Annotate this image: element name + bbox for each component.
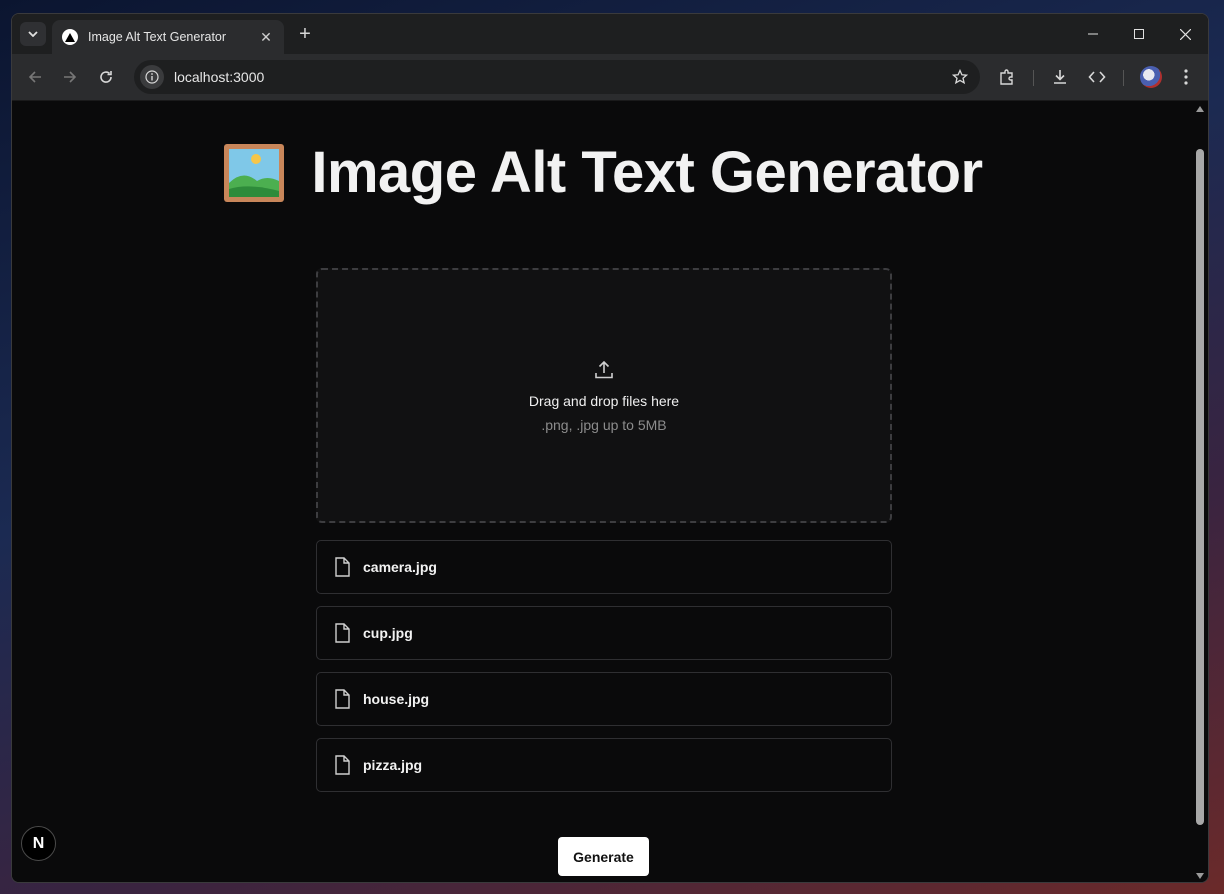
tab-search-button[interactable]	[20, 22, 46, 46]
close-tab-icon[interactable]: ✕	[258, 29, 274, 46]
file-item[interactable]: pizza.jpg	[316, 738, 892, 792]
downloads-button[interactable]	[1048, 65, 1072, 89]
generate-button[interactable]: Generate	[558, 837, 649, 876]
code-icon	[1088, 71, 1106, 83]
kebab-menu-icon	[1184, 69, 1188, 85]
file-icon	[335, 755, 350, 775]
file-dropzone[interactable]: Drag and drop files here .png, .jpg up t…	[316, 268, 892, 523]
tab-active[interactable]: Image Alt Text Generator ✕	[52, 20, 284, 54]
page-title-text: Image Alt Text Generator	[311, 140, 983, 205]
dropzone-text: Drag and drop files here	[528, 392, 680, 409]
file-name: house.jpg	[363, 691, 430, 707]
devtools-button[interactable]	[1085, 65, 1109, 89]
file-icon	[335, 689, 350, 709]
file-list: camera.jpg cup.jpg house.jpg pizza.jpg	[316, 540, 892, 804]
reload-icon	[100, 71, 112, 83]
scroll-thumb[interactable]	[1196, 149, 1204, 825]
upload-icon	[595, 360, 613, 378]
minimize-icon	[1088, 33, 1098, 35]
scroll-down-arrow-icon[interactable]	[1196, 873, 1204, 879]
back-button[interactable]	[23, 65, 47, 89]
new-tab-button[interactable]: +	[294, 24, 316, 46]
toolbar-divider	[1033, 70, 1034, 86]
file-name: camera.jpg	[363, 559, 437, 575]
file-item[interactable]: cup.jpg	[316, 606, 892, 660]
forward-button[interactable]	[58, 65, 82, 89]
page-viewport: Image Alt Text Generator Drag and drop f…	[12, 101, 1194, 882]
minimize-button[interactable]	[1070, 14, 1116, 54]
file-name: pizza.jpg	[363, 757, 423, 773]
bookmark-star-icon[interactable]	[952, 69, 968, 85]
close-icon	[1179, 28, 1191, 40]
maximize-button[interactable]	[1116, 14, 1162, 54]
close-window-button[interactable]	[1162, 14, 1208, 54]
triangle-logo-icon	[62, 29, 78, 45]
profile-avatar[interactable]	[1140, 66, 1162, 88]
extensions-button[interactable]	[995, 65, 1019, 89]
arrow-left-icon	[28, 71, 41, 83]
framed-picture-emoji	[224, 143, 285, 202]
toolbar-divider	[1123, 70, 1124, 86]
tab-strip: Image Alt Text Generator ✕ +	[12, 14, 1208, 54]
reload-button[interactable]	[94, 65, 118, 89]
browser-window: Image Alt Text Generator ✕ + localhost:3…	[11, 13, 1209, 883]
file-icon	[335, 557, 350, 577]
chevron-down-icon	[28, 31, 38, 37]
browser-toolbar: localhost:3000	[12, 54, 1208, 101]
puzzle-icon	[1000, 69, 1013, 85]
dropzone-subtext: .png, .jpg up to 5MB	[541, 416, 667, 433]
file-icon	[335, 623, 350, 643]
scroll-up-arrow-icon[interactable]	[1196, 106, 1204, 112]
file-item[interactable]: house.jpg	[316, 672, 892, 726]
tab-title: Image Alt Text Generator	[88, 30, 227, 44]
file-name: cup.jpg	[363, 625, 413, 641]
address-bar[interactable]: localhost:3000	[134, 60, 980, 94]
maximize-icon	[1134, 29, 1144, 39]
url-text: localhost:3000	[174, 69, 265, 85]
scrollbar[interactable]	[1192, 101, 1208, 882]
menu-button[interactable]	[1174, 65, 1198, 89]
arrow-right-icon	[64, 71, 77, 83]
site-info-icon[interactable]	[140, 65, 164, 89]
nextjs-dev-badge[interactable]: N	[21, 826, 56, 861]
page-title: Image Alt Text Generator	[12, 139, 1194, 206]
file-item[interactable]: camera.jpg	[316, 540, 892, 594]
download-icon	[1054, 70, 1066, 84]
